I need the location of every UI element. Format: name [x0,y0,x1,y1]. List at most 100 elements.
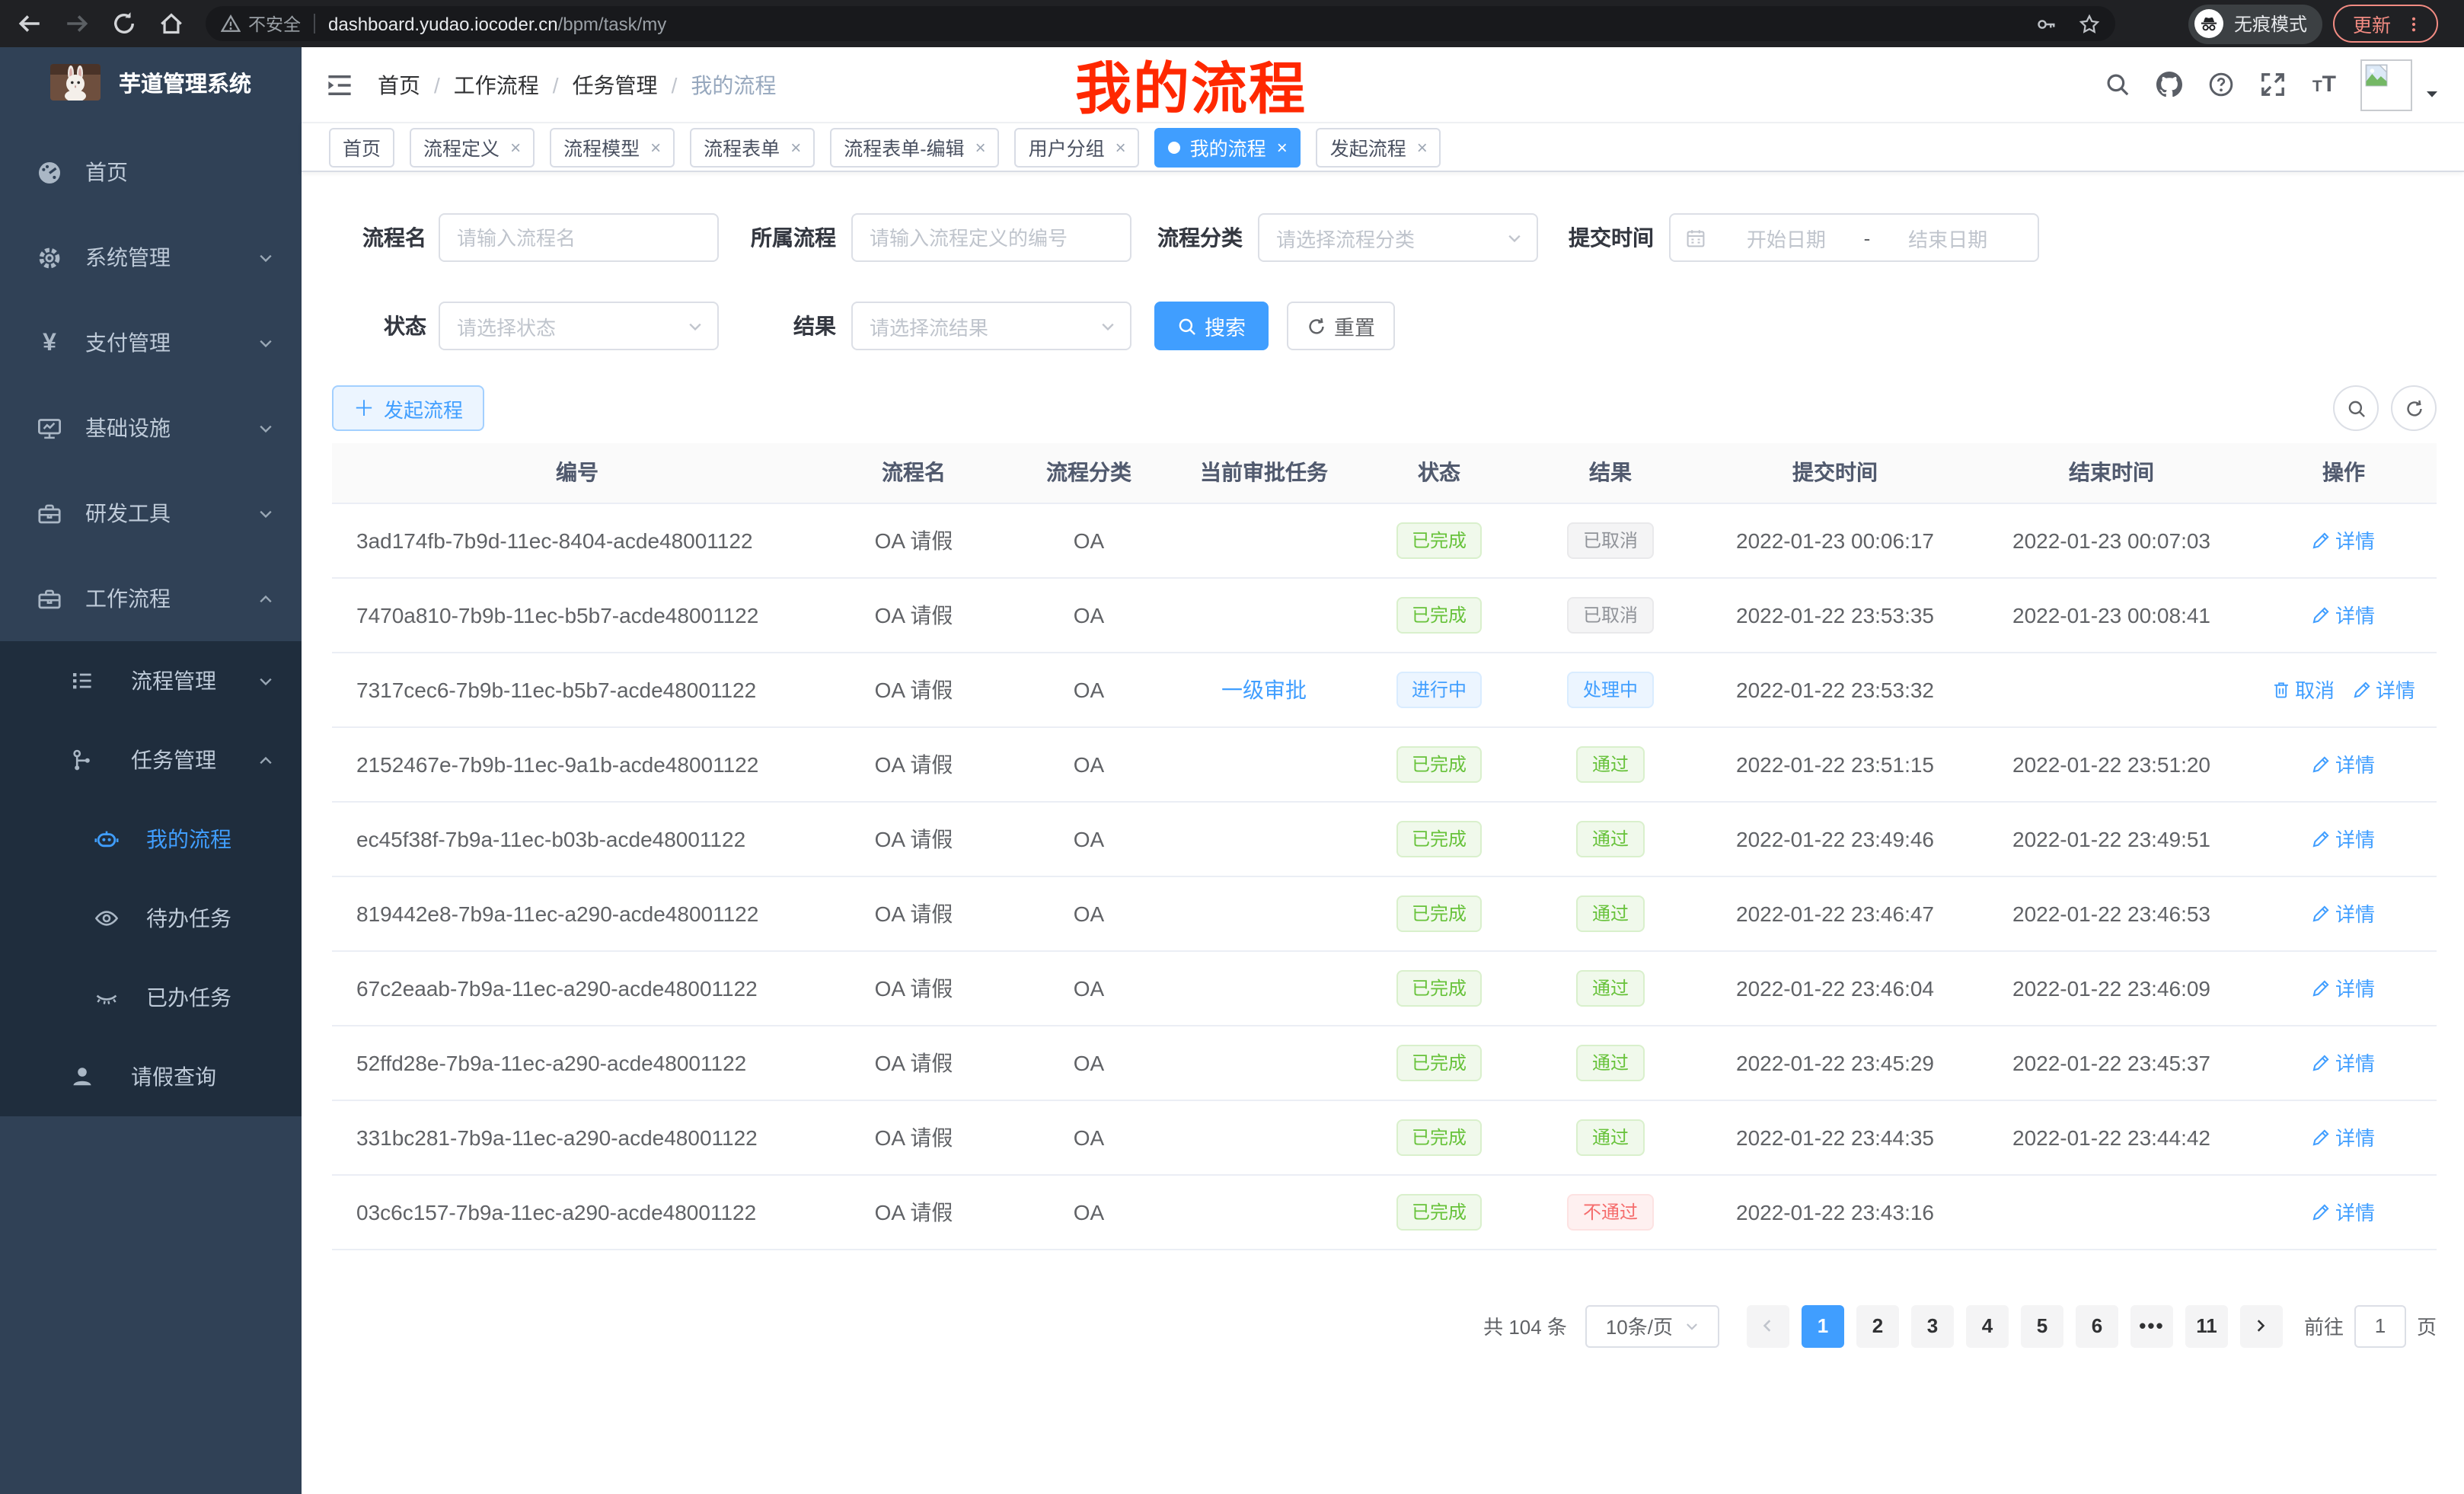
prev-page-button[interactable] [1747,1304,1789,1347]
start-process-button[interactable]: ＋ 发起流程 [332,385,484,431]
page-ellipsis[interactable]: ••• [2130,1304,2173,1347]
process-name-input[interactable] [439,213,719,262]
browser-forward-icon[interactable] [64,11,90,37]
page-button-4[interactable]: 4 [1966,1304,2009,1347]
refresh-table-button[interactable] [2391,385,2437,431]
sidebar-item-workflow[interactable]: 工作流程 [0,556,302,641]
browser-home-icon[interactable] [158,11,184,37]
show-search-toggle-button[interactable] [2333,385,2379,431]
detail-link[interactable]: 详情 [2312,600,2375,629]
sidebar-item-payment[interactable]: ¥ 支付管理 [0,300,302,385]
tab-close-icon[interactable]: × [1277,138,1288,156]
page-button-3[interactable]: 3 [1911,1304,1954,1347]
sidebar-item-system[interactable]: 系统管理 [0,215,302,300]
page-button-11[interactable]: 11 [2185,1304,2228,1347]
sidebar-item-leave-query[interactable]: 请假查询 [0,1037,302,1116]
browser-reload-icon[interactable] [111,11,137,37]
browser-back-icon[interactable] [17,11,43,37]
detail-link[interactable]: 详情 [2312,525,2375,554]
tab-close-icon[interactable]: × [510,138,521,156]
detail-link[interactable]: 详情 [2312,899,2375,927]
sidebar-item-home[interactable]: 首页 [0,129,302,215]
tab-close-icon[interactable]: × [975,138,986,156]
sidebar-item-done-tasks[interactable]: 已办任务 [0,958,302,1037]
password-key-icon[interactable] [2036,13,2057,34]
sidebar-item-task-management[interactable]: 任务管理 [0,720,302,800]
tab-process-definition[interactable]: 流程定义× [410,127,535,167]
start-date-placeholder[interactable]: 开始日期 [1712,223,1861,252]
browser-menu-kebab-icon[interactable] [2405,14,2423,33]
detail-link[interactable]: 详情 [2312,749,2375,778]
cancel-link[interactable]: 取消 [2272,675,2335,704]
not-secure-warning-icon[interactable] [221,14,241,34]
page-button-2[interactable]: 2 [1856,1304,1899,1347]
detail-link[interactable]: 详情 [2353,675,2415,704]
sidebar-item-process-management[interactable]: 流程管理 [0,641,302,720]
help-icon[interactable] [2209,72,2235,97]
tab-close-icon[interactable]: × [1417,138,1428,156]
address-bar[interactable]: 不安全 dashboard.yudao.iocoder.cn/bpm/task/… [206,6,2115,41]
tab-process-model[interactable]: 流程模型× [550,127,675,167]
avatar[interactable] [2360,59,2412,110]
cancel-label: 取消 [2295,675,2335,704]
process-definition-input[interactable] [851,213,1131,262]
process-category-select[interactable]: 请选择流程分类 [1258,213,1538,262]
avatar-caret-icon[interactable] [2424,86,2440,101]
reset-button[interactable]: 重置 [1287,302,1395,350]
fullscreen-icon[interactable] [2261,72,2287,97]
end-date-placeholder[interactable]: 结束日期 [1873,223,2022,252]
security-label[interactable]: 不安全 [248,11,301,36]
sidebar-item-devtools[interactable]: 研发工具 [0,471,302,556]
submit-time-range-picker[interactable]: 开始日期 - 结束日期 [1669,213,2039,262]
tab-my-processes[interactable]: 我的流程× [1155,127,1301,167]
current-task-link[interactable]: 一级审批 [1221,677,1307,701]
pen-icon [2312,829,2331,848]
toolbox-icon [37,500,62,526]
cell-id: 7470a810-7b9b-11ec-b5b7-acde48001122 [332,577,822,652]
next-page-button[interactable] [2240,1304,2283,1347]
github-icon[interactable] [2157,72,2183,97]
sidebar-item-todo-tasks[interactable]: 待办任务 [0,879,302,958]
page-button-1[interactable]: 1 [1802,1304,1844,1347]
cell-result: 通过 [1523,1025,1698,1100]
sidebar-item-infrastructure[interactable]: 基础设施 [0,385,302,471]
result-select[interactable]: 请选择流结果 [851,302,1131,350]
cell-submit-time: 2022-01-22 23:53:35 [1698,577,1972,652]
browser-update-button[interactable]: 更新 [2333,5,2438,43]
header-search-icon[interactable] [2105,72,2131,97]
page-size-select[interactable]: 10条/页 [1585,1304,1719,1347]
sidebar-item-my-processes[interactable]: 我的流程 [0,800,302,879]
tab-close-icon[interactable]: × [650,138,661,156]
detail-link[interactable]: 详情 [2312,824,2375,853]
tab-process-form-edit[interactable]: 流程表单-编辑× [830,127,999,167]
tab-user-group[interactable]: 用户分组× [1015,127,1140,167]
sidebar-toggle-icon[interactable] [326,71,353,98]
search-button[interactable]: 搜索 [1154,302,1269,350]
chevron-down-icon [257,334,274,351]
tab-process-form[interactable]: 流程表单× [690,127,815,167]
tab-close-icon[interactable]: × [1116,138,1126,156]
detail-link[interactable]: 详情 [2312,1197,2375,1226]
page-button-5[interactable]: 5 [2021,1304,2063,1347]
font-size-icon[interactable]: TT [2312,73,2336,96]
table-row: 03c6c157-7b9a-11ec-a290-acde48001122 OA … [332,1174,2437,1249]
detail-link[interactable]: 详情 [2312,1048,2375,1077]
tab-close-icon[interactable]: × [790,138,801,156]
robot-icon [94,827,119,851]
tab-home[interactable]: 首页 [329,127,394,167]
goto-page-input[interactable] [2354,1304,2406,1347]
breadcrumb-task-management[interactable]: 任务管理 [573,69,658,100]
tab-start-process[interactable]: 发起流程× [1317,127,1441,167]
cell-current-task [1173,950,1355,1025]
page-url[interactable]: dashboard.yudao.iocoder.cn/bpm/task/my [328,13,666,34]
detail-link[interactable]: 详情 [2312,973,2375,1002]
table-row: 52ffd28e-7b9a-11ec-a290-acde48001122 OA … [332,1025,2437,1100]
page-button-6[interactable]: 6 [2076,1304,2118,1347]
cell-result: 已取消 [1523,577,1698,652]
breadcrumb-workflow[interactable]: 工作流程 [454,69,539,100]
status-select[interactable]: 请选择状态 [439,302,719,350]
select-placeholder: 请选择流程分类 [1276,223,1506,252]
breadcrumb-home[interactable]: 首页 [378,69,420,100]
detail-link[interactable]: 详情 [2312,1122,2375,1151]
bookmark-star-icon[interactable] [2079,13,2100,34]
